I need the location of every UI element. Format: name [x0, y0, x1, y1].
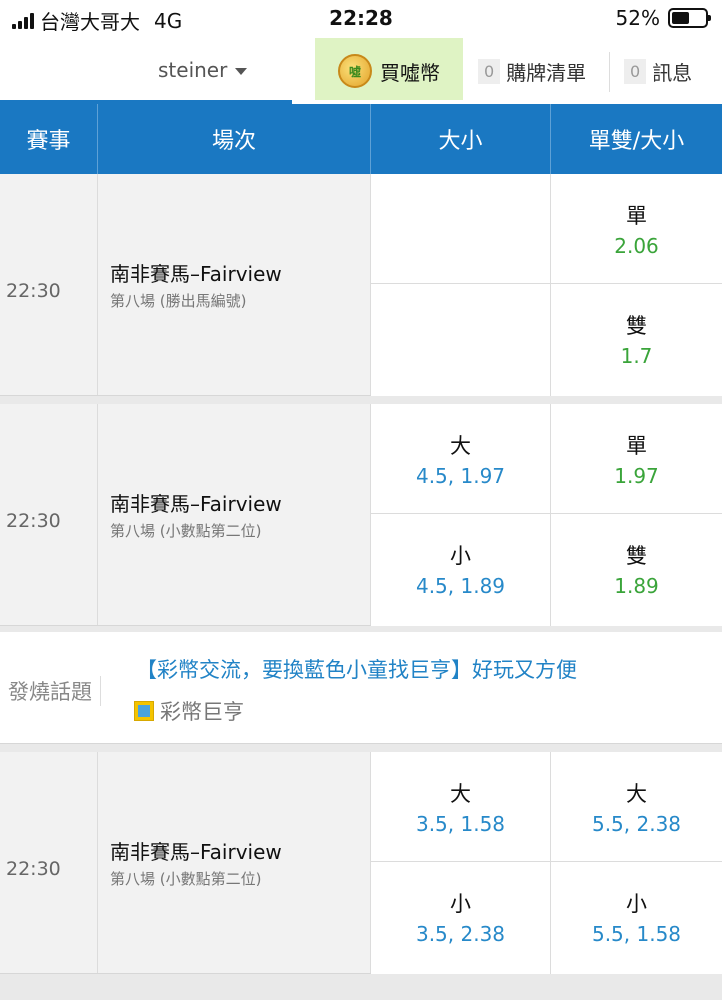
odds-cell-small[interactable]: 小 3.5, 2.38	[371, 862, 551, 974]
race-title: 南非賽馬–Fairview	[110, 492, 282, 516]
cart-count-badge: 0	[478, 58, 501, 84]
odds-label: 小	[450, 544, 471, 568]
odds-cell-big[interactable]: 大 5.5, 2.38	[551, 752, 722, 862]
odds-value: 5.5, 1.58	[591, 922, 682, 946]
top-nav: steiner 噓 買噓幣 0 購牌清單 0 訊息	[0, 38, 722, 104]
odds-label: 單	[626, 434, 647, 458]
header-odd-even: 單雙/大小	[588, 129, 685, 154]
odds-label: 雙	[626, 314, 647, 338]
cart-list-label: 購牌清單	[506, 60, 587, 85]
race-title: 南非賽馬–Fairview	[110, 262, 282, 286]
odds-value: 4.5, 1.97	[415, 464, 506, 488]
odds-cell-small[interactable]: 小 4.5, 1.89	[371, 514, 551, 626]
odds-cell-empty	[371, 174, 551, 284]
odds-value: 2.06	[614, 234, 659, 258]
odds-cell-even[interactable]: 雙 1.89	[551, 514, 722, 626]
odds-cell-big[interactable]: 大 4.5, 1.97	[371, 404, 551, 514]
odds-cell-odd[interactable]: 單 1.97	[551, 404, 722, 514]
odds-label: 大	[626, 782, 647, 806]
table-header: 賽事 場次 大小 單雙/大小	[0, 104, 722, 174]
odds-label: 小	[626, 892, 647, 916]
battery-percent: 52%	[615, 6, 660, 30]
race-title: 南非賽馬–Fairview	[110, 840, 282, 864]
coin-icon: 噓	[338, 54, 372, 88]
badge-icon	[134, 701, 154, 721]
battery-icon	[668, 8, 711, 28]
header-event: 賽事	[0, 104, 98, 174]
cart-list-button[interactable]: 0 購牌清單	[478, 38, 586, 104]
odds-cell-small[interactable]: 小 5.5, 1.58	[551, 862, 722, 974]
odds-cell-empty	[371, 284, 551, 396]
odds-label: 大	[450, 434, 471, 458]
race-subtitle: 第八場 (小數點第二位)	[110, 522, 262, 540]
odds-value: 1.7	[620, 344, 653, 368]
odds-value: 5.5, 2.38	[591, 812, 682, 836]
odds-value: 1.89	[614, 574, 659, 598]
race-time: 22:30	[6, 510, 61, 532]
odds-label: 雙	[626, 544, 647, 568]
header-big-small: 大小	[371, 104, 551, 174]
messages-count-badge: 0	[624, 58, 647, 84]
race-block-3: 22:30 南非賽馬–Fairview 第八場 (小數點第二位) 大 3.5, …	[0, 752, 722, 974]
race-subtitle: 第八場 (勝出馬編號)	[110, 292, 247, 310]
odds-cell-odd[interactable]: 單 2.06	[551, 174, 722, 284]
hot-topic-author: 彩幣巨亨	[134, 696, 244, 726]
messages-button[interactable]: 0 訊息	[624, 38, 692, 104]
messages-label: 訊息	[652, 60, 693, 85]
hot-topic-author-name: 彩幣巨亨	[160, 700, 244, 724]
odds-value: 3.5, 1.58	[415, 812, 506, 836]
odds-cell-big[interactable]: 大 3.5, 1.58	[371, 752, 551, 862]
race-block-2: 22:30 南非賽馬–Fairview 第八場 (小數點第二位) 大 4.5, …	[0, 404, 722, 626]
odds-value: 1.97	[614, 464, 659, 488]
hot-topic-label: 發燒話題	[8, 676, 101, 706]
odds-label: 單	[626, 204, 647, 228]
username: steiner	[158, 58, 228, 82]
hot-topic-title[interactable]: 【彩幣交流，要換藍色小童找巨亨】好玩又方便	[136, 654, 577, 684]
odds-label: 小	[450, 892, 471, 916]
status-time: 22:28	[329, 6, 393, 30]
status-bar: 台灣大哥大 4G 22:28 52%	[0, 0, 722, 38]
odds-cell-even[interactable]: 雙 1.7	[551, 284, 722, 396]
odds-value: 3.5, 2.38	[415, 922, 506, 946]
race-time: 22:30	[6, 858, 61, 880]
caret-down-icon	[235, 67, 248, 75]
buy-coin-button[interactable]: 噓 買噓幣	[315, 38, 463, 104]
buy-coin-label: 買噓幣	[380, 60, 440, 85]
user-dropdown[interactable]: steiner	[158, 58, 248, 82]
race-time: 22:30	[6, 280, 61, 302]
hot-topic-banner[interactable]: 發燒話題 【彩幣交流，要換藍色小童找巨亨】好玩又方便 彩幣巨亨	[0, 632, 722, 744]
race-subtitle: 第八場 (小數點第二位)	[110, 870, 262, 888]
race-block-1: 22:30 南非賽馬–Fairview 第八場 (勝出馬編號) 單 2.06 雙…	[0, 174, 722, 396]
status-right: 52%	[615, 6, 711, 30]
odds-label: 大	[450, 782, 471, 806]
odds-value: 4.5, 1.89	[415, 574, 506, 598]
nav-divider	[609, 52, 610, 92]
header-race: 場次	[98, 104, 371, 174]
